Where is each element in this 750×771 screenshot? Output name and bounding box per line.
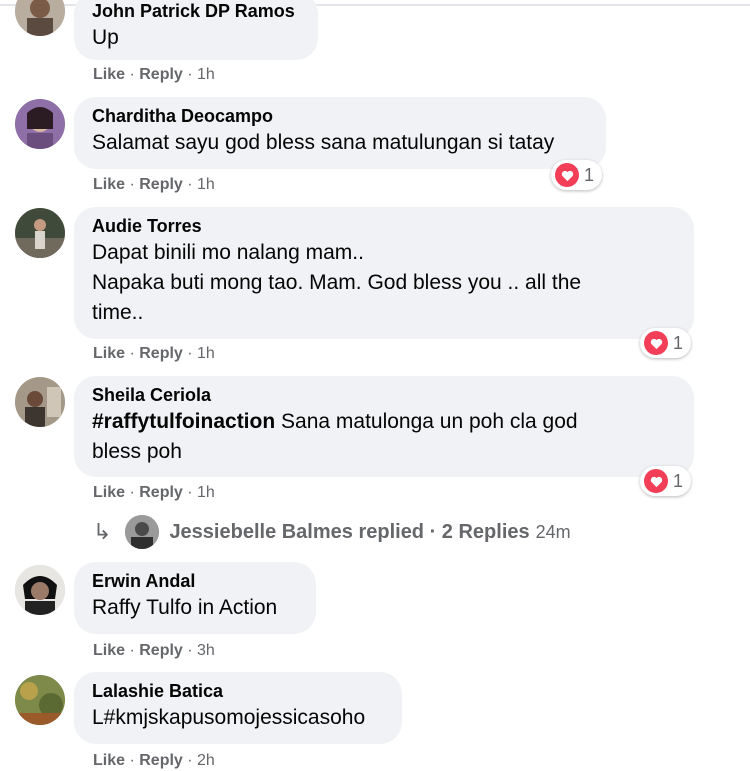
comment-timestamp[interactable]: 1h	[197, 345, 215, 362]
reply-button[interactable]: Reply	[139, 642, 183, 659]
like-button[interactable]: Like	[93, 176, 125, 193]
view-replies-link[interactable]: ↳ Jessiebelle Balmes replied · 2 Replies…	[93, 514, 571, 550]
comment-author[interactable]: Erwin Andal	[92, 569, 298, 593]
comment-text: Salamat sayu god bless sana matulungan s…	[92, 131, 555, 154]
avatar[interactable]	[15, 99, 65, 149]
comment-text-line: Napaka buti mong tao. Mam. God bless you…	[92, 271, 582, 294]
reply-button[interactable]: Reply	[139, 752, 183, 769]
comment-text: Sana matulonga un poh cla god	[275, 410, 578, 433]
reply-button[interactable]: Reply	[139, 176, 183, 193]
comment-actions: Like · Reply · 2h	[93, 752, 215, 769]
comment-timestamp[interactable]: 1h	[197, 66, 215, 83]
like-button[interactable]: Like	[93, 345, 125, 362]
comment-bubble: Sheila Ceriola #raffytulfoinaction Sana …	[74, 376, 694, 477]
comment-timestamp[interactable]: 1h	[197, 484, 215, 501]
reaction-number: 1	[673, 470, 684, 491]
comment-bubble: Erwin Andal Raffy Tulfo in Action	[74, 562, 316, 634]
reaction-count[interactable]: 1	[640, 466, 692, 496]
comment-bubble: Lalashie Batica L#kmjskapusomojessicasoh…	[74, 672, 402, 744]
heart-icon	[644, 331, 668, 355]
comment-bubble: Charditha Deocampo Salamat sayu god bles…	[74, 97, 606, 169]
reaction-number: 1	[584, 164, 595, 185]
heart-icon	[555, 163, 579, 187]
like-button[interactable]: Like	[93, 752, 125, 769]
avatar[interactable]	[15, 675, 65, 725]
comment-actions: Like · Reply · 1h	[93, 176, 215, 193]
comment-timestamp[interactable]: 3h	[197, 642, 215, 659]
comment-author[interactable]: John Patrick DP Ramos	[92, 0, 300, 23]
like-button[interactable]: Like	[93, 642, 125, 659]
heart-icon	[644, 469, 668, 493]
comment-actions: Like · Reply · 1h	[93, 484, 215, 501]
comment-text-line: #raffytulfoinaction Sana matulonga un po…	[92, 407, 676, 437]
comment-bubble: John Patrick DP Ramos Up	[74, 0, 318, 60]
comment-actions: Like · Reply · 1h	[93, 345, 215, 362]
reply-arrow-icon: ↳	[93, 519, 112, 544]
replier-avatar	[125, 515, 160, 549]
like-button[interactable]: Like	[93, 484, 125, 501]
comment-actions: Like · Reply · 3h	[93, 642, 215, 659]
comment-author[interactable]: Lalashie Batica	[92, 679, 384, 703]
reply-button[interactable]: Reply	[139, 484, 183, 501]
reply-button[interactable]: Reply	[139, 66, 183, 83]
comment-text-line: Dapat binili mo nalang mam..	[92, 241, 364, 264]
comment-bubble: Audie Torres Dapat binili mo nalang mam.…	[74, 207, 694, 339]
comment-text: Up	[92, 26, 119, 49]
comment-text: Raffy Tulfo in Action	[92, 596, 278, 619]
comment-author[interactable]: Sheila Ceriola	[92, 383, 676, 407]
replies-summary: Jessiebelle Balmes replied · 2 Replies	[169, 520, 530, 543]
avatar[interactable]	[15, 208, 65, 258]
comment-text: L#kmjskapusomojessicasoho	[92, 706, 366, 729]
comment-text-line: bless poh	[92, 440, 182, 463]
avatar[interactable]	[15, 565, 65, 615]
avatar[interactable]	[15, 377, 65, 427]
comment-text-line: time..	[92, 301, 144, 324]
comment-author[interactable]: Charditha Deocampo	[92, 104, 588, 128]
avatar[interactable]	[15, 0, 65, 36]
comment-timestamp[interactable]: 2h	[197, 752, 215, 769]
comment-actions: Like · Reply · 1h	[93, 66, 215, 83]
reaction-number: 1	[673, 332, 684, 353]
hashtag-link[interactable]: #raffytulfoinaction	[92, 410, 275, 433]
like-button[interactable]: Like	[93, 66, 125, 83]
comment-author[interactable]: Audie Torres	[92, 214, 676, 238]
replies-timestamp: 24m	[535, 521, 571, 542]
comment-timestamp[interactable]: 1h	[197, 176, 215, 193]
reply-button[interactable]: Reply	[139, 345, 183, 362]
reaction-count[interactable]: 1	[640, 328, 692, 358]
reaction-count[interactable]: 1	[551, 160, 603, 190]
